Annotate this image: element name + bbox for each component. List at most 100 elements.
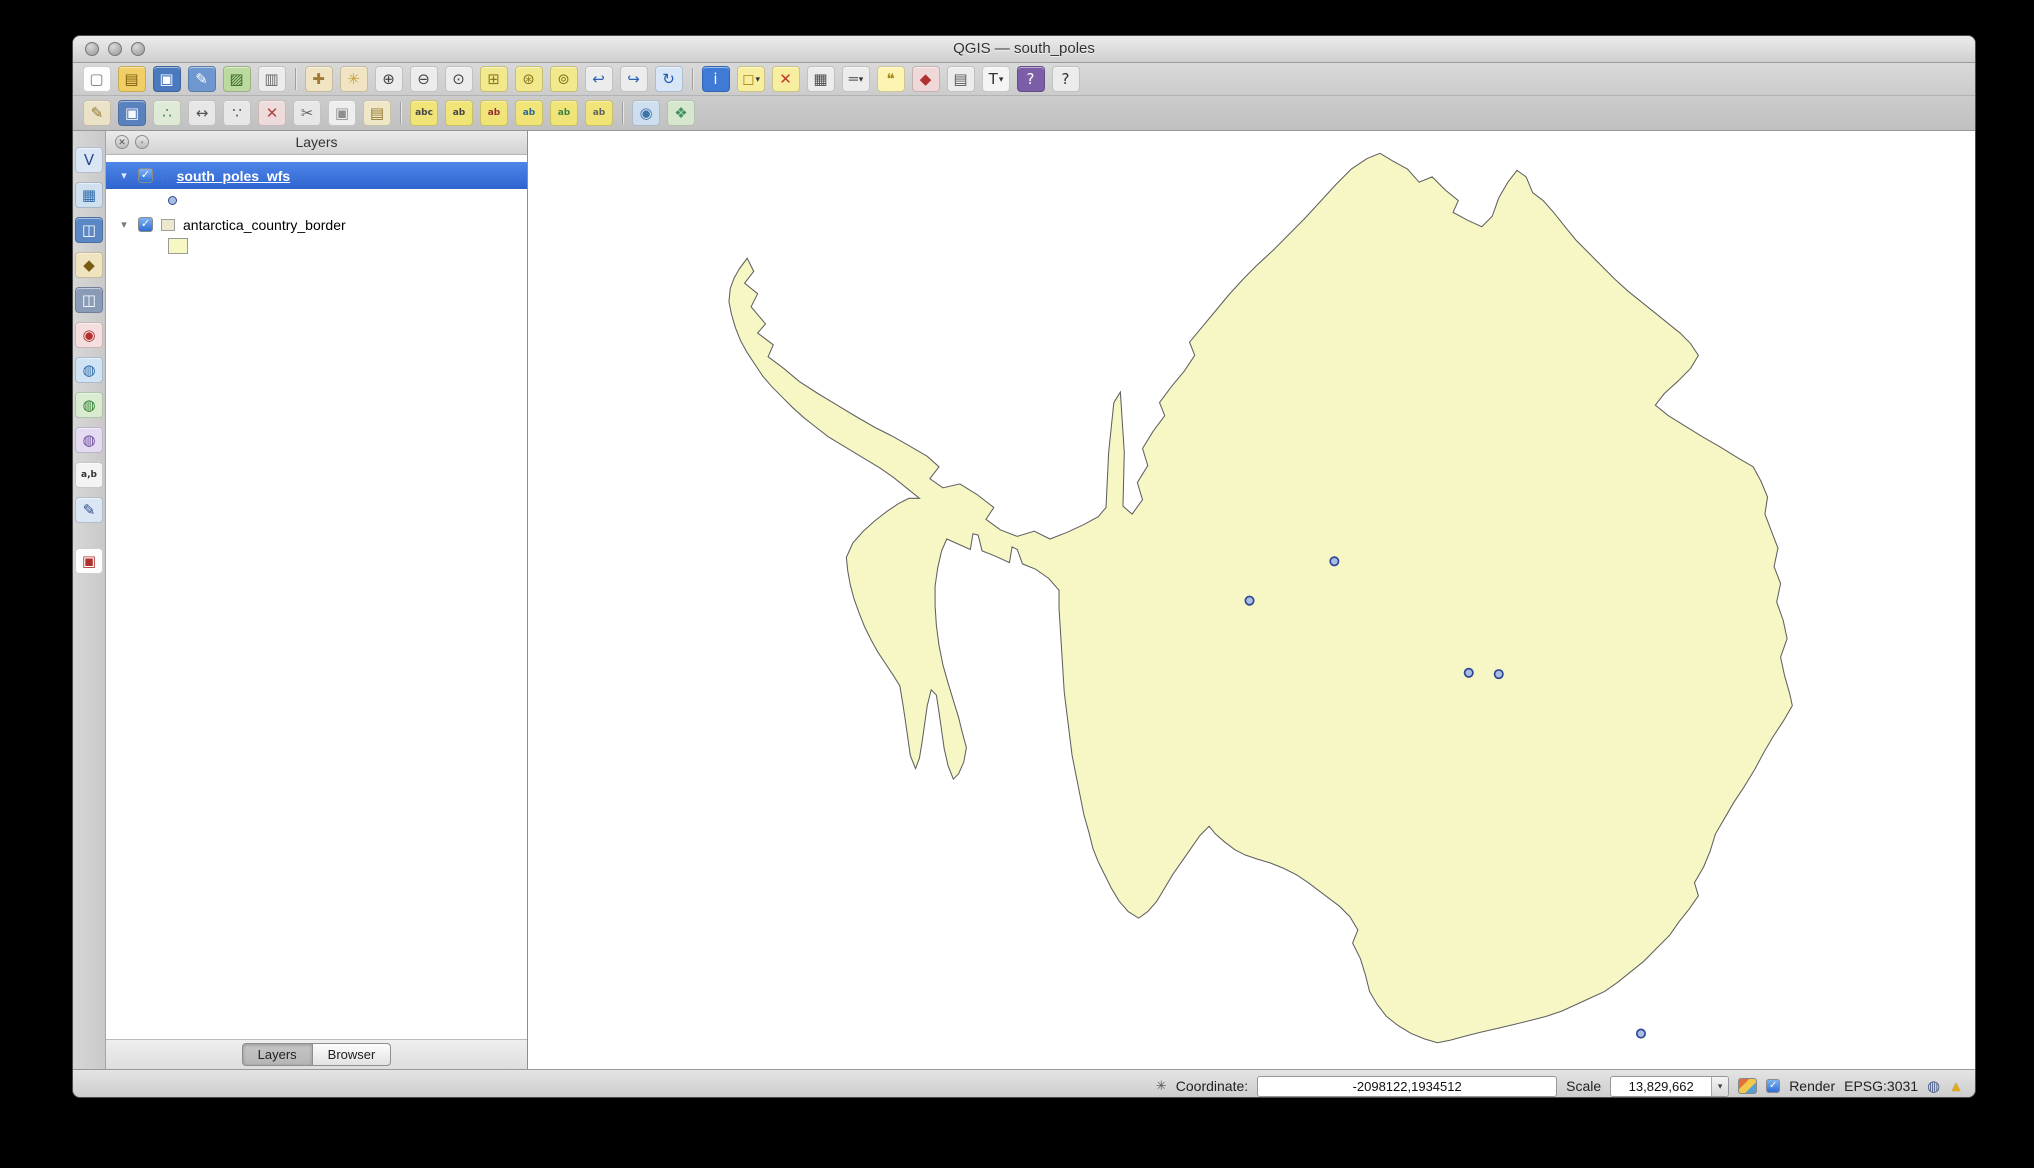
pan-to-selection-button[interactable]: ✳ — [340, 66, 368, 92]
zoom-out-button[interactable]: ⊖ — [410, 66, 438, 92]
show-bookmarks-button[interactable]: ▤ — [947, 66, 975, 92]
layers-panel: ✕ ◦ Layers ▾ ✓ ∴ south_poles_wfs ▾ ✓ ant… — [106, 131, 528, 1069]
toolbar-separator — [692, 68, 693, 90]
new-shapefile-layer-button[interactable]: ✎ — [75, 497, 103, 523]
save-project-button[interactable]: ▣ — [153, 66, 181, 92]
tab-browser[interactable]: Browser — [311, 1043, 392, 1066]
move-label-button[interactable]: ab — [445, 100, 473, 126]
crs-label[interactable]: EPSG:3031 — [1844, 1078, 1918, 1094]
identify-features-button[interactable]: i — [702, 66, 730, 92]
panel-buttons: ✕ ◦ — [115, 135, 149, 149]
help-contents-button[interactable]: ? — [1017, 66, 1045, 92]
qgis-window: QGIS — south_poles ▢ ▤ ▣ ✎ ▨ ▥ ✚ ✳ ⊕ ⊖ ⊙… — [72, 35, 1976, 1098]
minimize-button[interactable] — [108, 42, 122, 56]
open-project-button[interactable]: ▤ — [118, 66, 146, 92]
crs-status-icon[interactable]: ◍ — [1927, 1079, 1940, 1094]
legend-row — [106, 238, 527, 262]
zoom-button[interactable] — [131, 42, 145, 56]
zoom-to-selection-button[interactable]: ⊛ — [515, 66, 543, 92]
layer-row-south-poles-wfs[interactable]: ▾ ✓ ∴ south_poles_wfs — [106, 162, 527, 189]
new-print-composer-button[interactable]: ▥ — [258, 66, 286, 92]
refresh-map-button[interactable]: ↻ — [655, 66, 683, 92]
add-mssql-layer-button[interactable]: ◫ — [75, 287, 103, 313]
add-wfs-layer-button[interactable]: ◍ — [75, 427, 103, 453]
zoom-next-button[interactable]: ↪ — [620, 66, 648, 92]
zoom-last-button[interactable]: ↩ — [585, 66, 613, 92]
zoom-in-button[interactable]: ⊕ — [375, 66, 403, 92]
add-wcs-layer-button[interactable]: ◍ — [75, 392, 103, 418]
measure-button[interactable]: ═ ▾ — [842, 66, 870, 92]
show-hide-labels-button[interactable]: ab — [550, 100, 578, 126]
whats-this-button[interactable]: ? — [1052, 66, 1080, 92]
add-wms-layer-button[interactable]: ◍ — [75, 357, 103, 383]
layer-label[interactable]: antarctica_country_border — [183, 217, 346, 233]
save-edits-button[interactable]: ▣ — [118, 100, 146, 126]
pan-map-button[interactable]: ✚ — [305, 66, 333, 92]
manage-layers-toolbar: V ▦ ◫ ◆ ◫ ◉ ◍ ◍ ◍ a,b ✎ ▣ — [73, 131, 106, 1069]
layer-visibility-checkbox[interactable]: ✓ — [138, 217, 153, 232]
add-raster-layer-button[interactable]: ▦ — [75, 182, 103, 208]
labeling-button[interactable]: abc — [410, 100, 438, 126]
render-checkbox[interactable]: ✓ — [1766, 1079, 1781, 1093]
web-globe-button[interactable]: ◉ — [632, 100, 660, 126]
polygon-layer-icon — [161, 218, 175, 231]
panel-close-button[interactable]: ✕ — [115, 135, 129, 149]
layer-label[interactable]: south_poles_wfs — [177, 168, 291, 184]
map-svg — [728, 152, 1793, 1044]
polygon-legend-swatch[interactable] — [168, 238, 188, 254]
change-label-button[interactable]: ab — [585, 100, 613, 126]
open-attribute-table-button[interactable]: ▦ — [807, 66, 835, 92]
deselect-features-button[interactable]: ✕ — [772, 66, 800, 92]
disclosure-triangle-icon[interactable]: ▾ — [118, 169, 130, 182]
zoom-to-layer-button[interactable]: ⊚ — [550, 66, 578, 92]
add-feature-button[interactable]: ∴ — [153, 100, 181, 126]
save-as-image-button[interactable]: ▨ — [223, 66, 251, 92]
text-annotation-button[interactable]: T ▾ — [982, 66, 1010, 92]
save-project-as-button[interactable]: ✎ — [188, 66, 216, 92]
scale-label: Scale — [1566, 1078, 1602, 1094]
add-spatialite-layer-button[interactable]: ◆ — [75, 252, 103, 278]
new-project-button[interactable]: ▢ — [83, 66, 111, 92]
layer-visibility-checkbox[interactable]: ✓ — [138, 168, 153, 183]
map-canvas[interactable] — [528, 131, 1975, 1069]
new-bookmark-button[interactable]: ◆ — [912, 66, 940, 92]
panel-tabs: Layers Browser — [106, 1039, 527, 1069]
panel-float-button[interactable]: ◦ — [135, 135, 149, 149]
paste-features-button[interactable]: ▤ — [363, 100, 391, 126]
pin-label-button[interactable]: ab — [515, 100, 543, 126]
disclosure-triangle-icon[interactable]: ▾ — [118, 218, 130, 231]
move-feature-button[interactable]: ↔ — [188, 100, 216, 126]
select-features-button[interactable]: ◻ ▾ — [737, 66, 765, 92]
zoom-actual-size-button[interactable]: ⊙ — [445, 66, 473, 92]
tab-layers[interactable]: Layers — [241, 1043, 313, 1066]
copy-features-button[interactable]: ▣ — [328, 100, 356, 126]
rotate-label-button[interactable]: ab — [480, 100, 508, 126]
render-palette-icon[interactable] — [1738, 1078, 1758, 1094]
zoom-full-button[interactable]: ⊞ — [480, 66, 508, 92]
cut-features-button[interactable]: ✂ — [293, 100, 321, 126]
point-legend-symbol[interactable] — [168, 195, 177, 205]
layer-row-antarctica-country-border[interactable]: ▾ ✓ antarctica_country_border — [106, 211, 527, 238]
title-bar[interactable]: QGIS — south_poles — [73, 36, 1975, 63]
plugin-layers-button[interactable]: ❖ — [667, 100, 695, 126]
coordinate-input[interactable] — [1257, 1075, 1558, 1097]
toggle-editing-button[interactable]: ✎ — [83, 100, 111, 126]
add-postgis-layer-button[interactable]: ◫ — [75, 217, 103, 243]
add-delimited-text-button[interactable]: a,b — [75, 462, 103, 488]
add-vector-layer-button[interactable]: V — [75, 147, 103, 173]
scale-dropdown-icon[interactable]: ▾ — [1711, 1076, 1729, 1096]
remove-layer-button[interactable]: ▣ — [75, 548, 103, 574]
delete-selected-button[interactable]: ✕ — [258, 100, 286, 126]
check-icon: ✓ — [140, 169, 151, 181]
node-tool-button[interactable]: ∵ — [223, 100, 251, 126]
attributes-toolbar-group: i ◻ ▾ ✕ ▦ ═ ▾ ❝ ◆ ▤ T ▾ ? ? — [702, 66, 1080, 92]
log-messages-icon[interactable]: ▲ — [1949, 1079, 1963, 1093]
scale-combo[interactable]: 13,829,662 ▾ — [1610, 1075, 1730, 1097]
layer-tree: ▾ ✓ ∴ south_poles_wfs ▾ ✓ antarctica_cou… — [106, 155, 527, 1039]
map-point — [1493, 669, 1504, 680]
map-tips-button[interactable]: ❝ — [877, 66, 905, 92]
close-button[interactable] — [85, 42, 99, 56]
desktop: QGIS — south_poles ▢ ▤ ▣ ✎ ▨ ▥ ✚ ✳ ⊕ ⊖ ⊙… — [0, 0, 2034, 1168]
add-oracle-layer-button[interactable]: ◉ — [75, 322, 103, 348]
legend-row — [106, 189, 527, 211]
